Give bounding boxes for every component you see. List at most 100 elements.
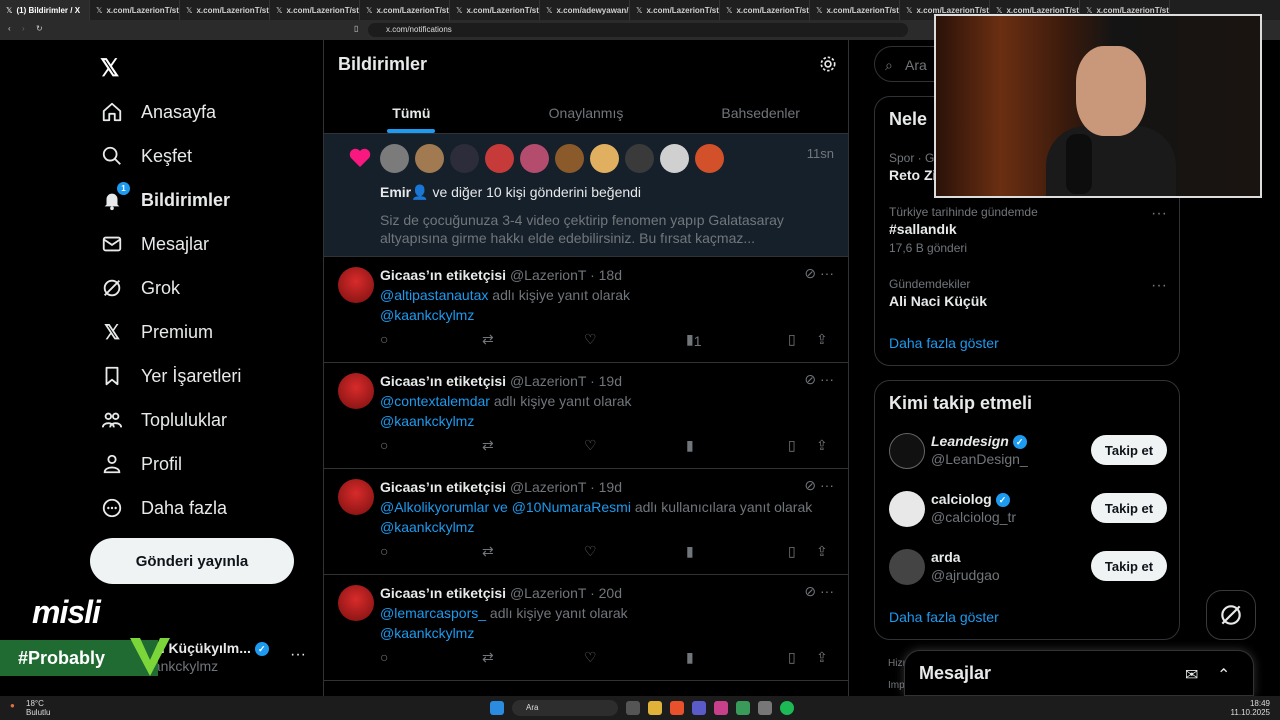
suggestion-item[interactable]: Leandesign ✓ @LeanDesign_ Takip et — [889, 429, 1169, 473]
taskbar-clock[interactable]: 18:49 11.10.2025 — [1231, 699, 1270, 717]
browser-tab[interactable]: 𝕏x.com/LazerionT/status/ — [90, 0, 180, 20]
nav-item-premium[interactable]: 𝕏 Premium — [100, 310, 241, 354]
bookmark-icon[interactable]: ▯ — [788, 649, 796, 666]
windows-start-icon[interactable] — [490, 701, 504, 715]
new-message-icon[interactable]: ✉ — [1185, 665, 1198, 685]
browser-tab[interactable]: 𝕏x.com/LazerionT/status/ — [270, 0, 360, 20]
browser-tab[interactable]: 𝕏x.com/adewyawan/statu — [540, 0, 630, 20]
tab-mentions[interactable]: Bahsedenler — [673, 92, 848, 133]
mention-link[interactable]: @kaankckylmz — [380, 307, 474, 323]
tab-verified[interactable]: Onaylanmış — [499, 92, 674, 133]
trend-item[interactable]: Türkiye tarihinde gündemde #sallandık 17… — [889, 205, 1169, 255]
reply-notification[interactable]: Gicaas’ın etiketçisi @LazerionT · 19d @c… — [324, 363, 848, 469]
app-icon[interactable] — [758, 701, 772, 715]
like-icon[interactable]: ♡ — [584, 437, 597, 454]
nav-item-bookmarks[interactable]: Yer İşaretleri — [100, 354, 241, 398]
like-icon[interactable]: ♡ — [584, 331, 597, 348]
bookmark-icon[interactable]: ▯ — [788, 437, 796, 454]
app-icon[interactable] — [692, 701, 706, 715]
more-icon[interactable]: ··· — [1151, 205, 1167, 223]
nav-item-messages[interactable]: Mesajlar — [100, 222, 241, 266]
avatar[interactable] — [660, 144, 689, 173]
post-button[interactable]: Gönderi yayınla — [90, 538, 294, 584]
mention-link[interactable]: @kaankckylmz — [380, 625, 474, 641]
repost-icon[interactable]: ⇄ — [482, 437, 494, 454]
brave-icon[interactable] — [670, 701, 684, 715]
views-icon[interactable]: ▮ — [686, 543, 694, 560]
show-more-link[interactable]: Daha fazla göster — [889, 335, 999, 351]
share-icon[interactable]: ⇪ — [816, 543, 828, 560]
trend-item[interactable]: Gündemdekiler Ali Naci Küçük ··· — [889, 277, 1169, 309]
nav-item-grok[interactable]: Grok — [100, 266, 241, 310]
reply-icon[interactable]: ○ — [380, 437, 388, 453]
more-icon[interactable]: ··· — [820, 477, 834, 493]
bookmark-icon[interactable]: ▯ — [788, 543, 796, 560]
follow-button[interactable]: Takip et — [1091, 551, 1167, 581]
avatar[interactable] — [338, 585, 374, 621]
repost-icon[interactable]: ⇄ — [482, 649, 494, 666]
x-logo-icon[interactable]: 𝕏 — [100, 54, 119, 83]
tab-all[interactable]: Tümü — [324, 92, 499, 133]
more-icon[interactable]: ··· — [1151, 277, 1167, 295]
avatar[interactable] — [338, 479, 374, 515]
avatar[interactable] — [380, 144, 409, 173]
browser-tab[interactable]: 𝕏x.com/LazerionT/status/ — [360, 0, 450, 20]
bookmark-page-icon[interactable]: ▯ — [354, 24, 358, 33]
repost-icon[interactable]: ⇄ — [482, 543, 494, 560]
bookmark-icon[interactable]: ▯ — [788, 331, 796, 348]
reply-icon[interactable]: ○ — [380, 543, 388, 559]
address-bar[interactable]: x.com/notifications — [368, 23, 908, 37]
grok-icon[interactable]: ⊘ — [804, 371, 816, 387]
avatar[interactable] — [485, 144, 514, 173]
reply-icon[interactable]: ○ — [380, 331, 388, 347]
trend-item[interactable]: Spor · G Reto Zi — [889, 151, 936, 183]
avatar[interactable] — [695, 144, 724, 173]
reply-notification[interactable]: Gicaas’ın etiketçisi @LazerionT · 18d @a… — [324, 257, 848, 363]
browser-tab[interactable]: 𝕏x.com/LazerionT/status/ — [180, 0, 270, 20]
file-explorer-icon[interactable] — [648, 701, 662, 715]
like-icon[interactable]: ♡ — [584, 543, 597, 560]
share-icon[interactable]: ⇪ — [816, 649, 828, 666]
browser-tab[interactable]: 𝕏x.com/LazerionT/status/ — [450, 0, 540, 20]
nav-item-more[interactable]: Daha fazla — [100, 486, 241, 530]
repost-icon[interactable]: ⇄ — [482, 331, 494, 348]
app-icon[interactable] — [736, 701, 750, 715]
avatar[interactable] — [415, 144, 444, 173]
suggestion-item[interactable]: arda @ajrudgao Takip et — [889, 545, 1169, 589]
avatar[interactable] — [625, 144, 654, 173]
expand-icon[interactable]: ⌃ — [1217, 665, 1230, 685]
nav-item-explore[interactable]: Keşfet — [100, 134, 241, 178]
views-icon[interactable]: ▮ 1 — [686, 331, 702, 349]
gear-icon[interactable] — [818, 54, 838, 74]
grok-icon[interactable]: ⊘ — [804, 265, 816, 281]
like-notification[interactable]: 11sn Emir👤 ve diğer 10 kişi gönderini be… — [324, 134, 848, 257]
more-icon[interactable]: ··· — [290, 646, 306, 664]
grok-icon[interactable]: ⊘ — [804, 477, 816, 493]
taskbar-search[interactable]: Ara — [512, 700, 618, 716]
browser-tab[interactable]: 𝕏 (1) Bildirimler / X — [0, 0, 90, 20]
views-icon[interactable]: ▮ — [686, 649, 694, 666]
nav-item-home[interactable]: Anasayfa — [100, 90, 241, 134]
follow-button[interactable]: Takip et — [1091, 435, 1167, 465]
avatar[interactable] — [338, 267, 374, 303]
avatar[interactable] — [520, 144, 549, 173]
nav-item-notifications[interactable]: 1 Bildirimler — [100, 178, 241, 222]
nav-item-profile[interactable]: Profil — [100, 442, 241, 486]
more-icon[interactable]: ··· — [820, 583, 834, 599]
forward-icon[interactable]: › — [22, 24, 25, 33]
avatar[interactable] — [555, 144, 584, 173]
spotify-icon[interactable] — [780, 701, 794, 715]
reload-icon[interactable]: ↻ — [36, 24, 43, 33]
app-icon[interactable] — [714, 701, 728, 715]
back-icon[interactable]: ‹ — [8, 24, 11, 33]
browser-tab[interactable]: 𝕏x.com/LazerionT/status/ — [810, 0, 900, 20]
more-icon[interactable]: ··· — [820, 265, 834, 281]
weather-widget[interactable]: 18°C Bulutlu — [26, 699, 50, 717]
reply-notification[interactable]: Gicaas’ın etiketçisi @LazerionT · 20d @l… — [324, 575, 848, 681]
messages-drawer[interactable]: Mesajlar ✉ ⌃ — [904, 650, 1254, 696]
footer-link[interactable]: Imp — [888, 680, 905, 691]
avatar[interactable] — [590, 144, 619, 173]
task-view-icon[interactable] — [626, 701, 640, 715]
grok-icon[interactable]: ⊘ — [804, 583, 816, 599]
mention-link[interactable]: @kaankckylmz — [380, 519, 474, 535]
